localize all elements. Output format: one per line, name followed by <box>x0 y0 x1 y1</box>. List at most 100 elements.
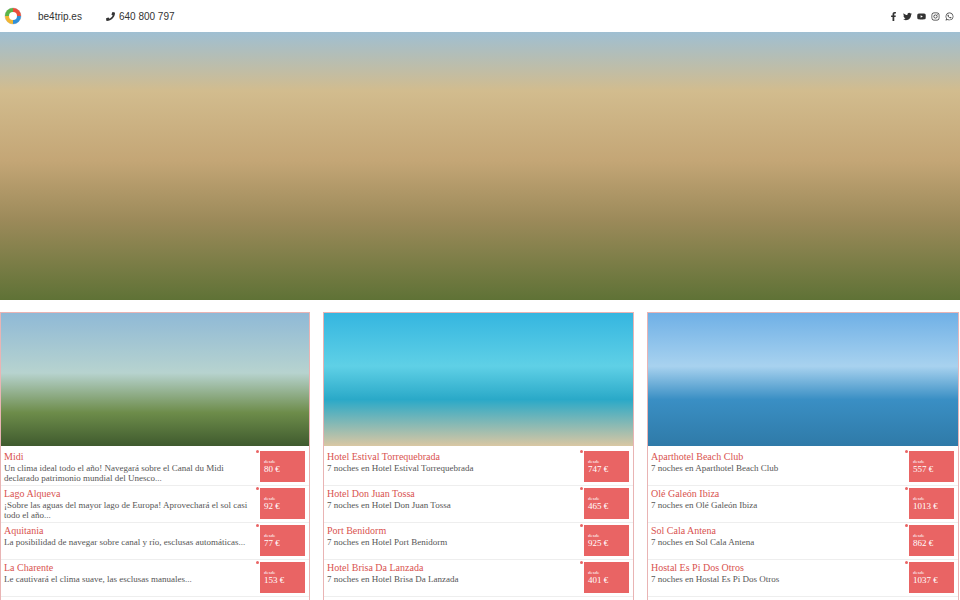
offer-text: La CharenteLe cautivará el clima suave, … <box>4 562 254 584</box>
offer-list: Aparthotel Beach Club7 noches en Apartho… <box>648 446 958 597</box>
price-label: desde <box>264 533 301 538</box>
price-badge[interactable]: desde153 € <box>260 562 305 593</box>
price-badge[interactable]: desde862 € <box>909 525 954 556</box>
youtube-icon[interactable] <box>917 12 926 21</box>
offer-title[interactable]: La Charente <box>4 562 254 574</box>
offer-text: MidiUn clima ideal todo el año! Navegará… <box>4 451 254 483</box>
price-label: desde <box>913 459 950 464</box>
phone-icon <box>106 12 115 21</box>
price: 153 € <box>264 575 301 586</box>
price-label: desde <box>913 533 950 538</box>
badge-dot <box>580 487 583 490</box>
price-label: desde <box>588 496 625 501</box>
instagram-icon[interactable] <box>931 12 940 21</box>
price: 1013 € <box>913 501 950 512</box>
price-label: desde <box>264 496 301 501</box>
offer-title[interactable]: Aquitania <box>4 525 254 537</box>
price-badge[interactable]: desde80 € <box>260 451 305 482</box>
price-badge-wrap: desde465 € <box>584 488 629 519</box>
price-badge[interactable]: desde1013 € <box>909 488 954 519</box>
card-banner[interactable] <box>324 313 633 446</box>
offer-text: Port Benidorm7 noches en Hotel Port Beni… <box>327 525 578 547</box>
price-badge-wrap: desde925 € <box>584 525 629 556</box>
card-banner[interactable] <box>648 313 958 446</box>
price: 862 € <box>913 538 950 549</box>
price-label: desde <box>913 496 950 501</box>
price-badge-wrap: desde1013 € <box>909 488 954 519</box>
badge-dot <box>256 450 259 453</box>
price-badge[interactable]: desde92 € <box>260 488 305 519</box>
price: 77 € <box>264 538 301 549</box>
price-badge[interactable]: desde465 € <box>584 488 629 519</box>
badge-dot <box>256 524 259 527</box>
price-label: desde <box>588 533 625 538</box>
price-badge[interactable]: desde1037 € <box>909 562 954 593</box>
page: be4trip.es 640 800 797 MidiUn clima ideal … <box>0 0 960 600</box>
offer-card: Aparthotel Beach Club7 noches en Apartho… <box>647 312 959 600</box>
badge-dot <box>256 561 259 564</box>
hero-banner[interactable] <box>0 32 960 300</box>
top-bar: be4trip.es 640 800 797 <box>0 0 960 32</box>
offer-text: Hotel Don Juan Tossa7 noches en Hotel Do… <box>327 488 578 510</box>
offer-row: Sol Cala Antena7 noches en Sol Cala Ante… <box>648 523 958 560</box>
price: 80 € <box>264 464 301 475</box>
offer-list: MidiUn clima ideal todo el año! Navegará… <box>1 446 309 597</box>
price-badge-wrap: desde557 € <box>909 451 954 482</box>
offer-title[interactable]: Hotel Estival Torrequebrada <box>327 451 578 463</box>
site-name[interactable]: be4trip.es <box>38 11 82 22</box>
offer-title[interactable]: Lago Alqueva <box>4 488 254 500</box>
badge-dot <box>905 561 908 564</box>
offer-title[interactable]: Hotel Don Juan Tossa <box>327 488 578 500</box>
badge-dot <box>580 450 583 453</box>
offer-row: Lago Alqueva¡Sobre las aguas del mayor l… <box>1 486 309 523</box>
price: 465 € <box>588 501 625 512</box>
offer-title[interactable]: Hostal Es Pi Dos Otros <box>651 562 903 574</box>
offer-row: Hotel Don Juan Tossa7 noches en Hotel Do… <box>324 486 633 523</box>
offer-description: 7 noches en Aparthotel Beach Club <box>651 463 903 473</box>
offer-description: 7 noches en Hotel Port Benidorm <box>327 537 578 547</box>
price-badge[interactable]: desde925 € <box>584 525 629 556</box>
price-badge-wrap: desde747 € <box>584 451 629 482</box>
price-badge-wrap: desde92 € <box>260 488 305 519</box>
price-label: desde <box>264 570 301 575</box>
price: 1037 € <box>913 575 950 586</box>
offer-description: 7 noches en Hotel Estival Torrequebrada <box>327 463 578 473</box>
phone[interactable]: 640 800 797 <box>106 11 175 22</box>
price: 747 € <box>588 464 625 475</box>
offer-row: Hotel Estival Torrequebrada7 noches en H… <box>324 449 633 486</box>
price-badge[interactable]: desde401 € <box>584 562 629 593</box>
offer-title[interactable]: Port Benidorm <box>327 525 578 537</box>
whatsapp-icon[interactable] <box>945 12 954 21</box>
offer-title[interactable]: Hotel Brisa Da Lanzada <box>327 562 578 574</box>
price-badge-wrap: desde80 € <box>260 451 305 482</box>
badge-dot <box>905 450 908 453</box>
price-badge[interactable]: desde747 € <box>584 451 629 482</box>
offer-title[interactable]: Aparthotel Beach Club <box>651 451 903 463</box>
price-label: desde <box>913 570 950 575</box>
price: 925 € <box>588 538 625 549</box>
price-label: desde <box>588 459 625 464</box>
offer-description: ¡Sobre las aguas del mayor lago de Europ… <box>4 500 254 521</box>
price-badge[interactable]: desde77 € <box>260 525 305 556</box>
offer-title[interactable]: Olé Galeón Ibiza <box>651 488 903 500</box>
offer-title[interactable]: Sol Cala Antena <box>651 525 903 537</box>
logo-icon[interactable] <box>4 7 22 25</box>
offer-title[interactable]: Midi <box>4 451 254 463</box>
offer-text: Sol Cala Antena7 noches en Sol Cala Ante… <box>651 525 903 547</box>
offer-row: Olé Galeón Ibiza7 noches en Olé Galeón I… <box>648 486 958 523</box>
offer-text: Hostal Es Pi Dos Otros7 noches en Hostal… <box>651 562 903 584</box>
badge-dot <box>256 487 259 490</box>
facebook-icon[interactable] <box>889 12 898 21</box>
twitter-icon[interactable] <box>903 12 912 21</box>
offer-description: 7 noches en Sol Cala Antena <box>651 537 903 547</box>
price-label: desde <box>588 570 625 575</box>
price-badge-wrap: desde153 € <box>260 562 305 593</box>
card-banner[interactable] <box>1 313 309 446</box>
offer-text: Olé Galeón Ibiza7 noches en Olé Galeón I… <box>651 488 903 510</box>
offer-text: Lago Alqueva¡Sobre las aguas del mayor l… <box>4 488 254 520</box>
badge-dot <box>580 561 583 564</box>
offer-row: Hostal Es Pi Dos Otros7 noches en Hostal… <box>648 560 958 597</box>
price-badge[interactable]: desde557 € <box>909 451 954 482</box>
offer-text: Hotel Brisa Da Lanzada7 noches en Hotel … <box>327 562 578 584</box>
badge-dot <box>905 487 908 490</box>
